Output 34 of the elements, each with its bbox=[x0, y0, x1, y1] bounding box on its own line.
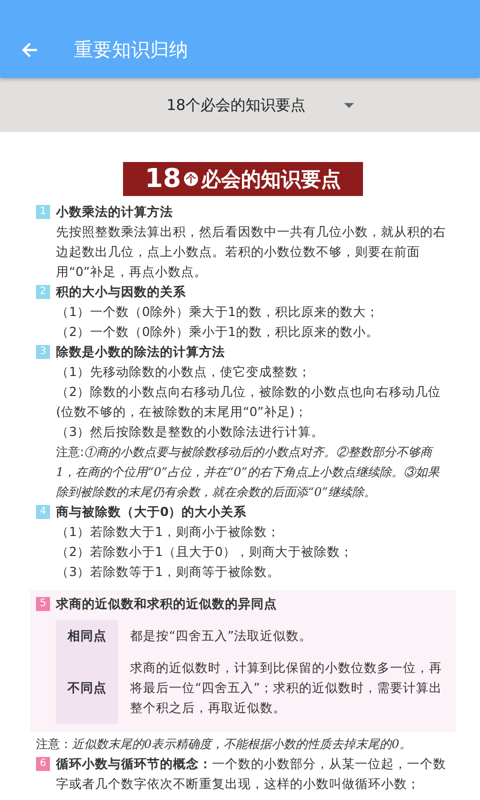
section-number: 4 bbox=[36, 505, 50, 519]
section-paragraph: （3）然后按除数是整数的小数除法进行计算。 bbox=[56, 423, 325, 441]
table-row-label: 不同点 bbox=[56, 652, 118, 724]
section-paragraph: （2）除数的小数点向右移动几位，被除数的小数点也向右移动几位(位数不够的，在被除数的末尾用“0”补足)； bbox=[56, 383, 442, 421]
section-heading: 求商的近似数和求积的近似数的异同点 bbox=[56, 595, 277, 613]
section-heading: 除数是小数的除法的计算方法 bbox=[56, 343, 225, 361]
section-number: 1 bbox=[36, 205, 50, 219]
section-paragraph: （1）先移动除数的小数点，使它变成整数； bbox=[56, 363, 312, 381]
banner-title: 必会的知识要点 bbox=[201, 166, 342, 192]
table-cell-text: 求商的近似数时，计算到比保留的小数位数多一位，再将最后一位“四舍五入”；求积的近似数时，需要计算出整个积之后，再取近似数。 bbox=[129, 659, 443, 717]
section-number: 2 bbox=[36, 285, 50, 299]
section-heading: 小数乘法的计算方法 bbox=[56, 203, 173, 221]
note-text: 注意：近似数末尾的0表示精确度，不能根据小数的性质去掉末尾的0。 bbox=[30, 732, 456, 754]
caret-icon bbox=[344, 102, 354, 108]
section-paragraph: （2）一个数（0除外）乘小于1的数，积比原来的数小。 bbox=[56, 323, 380, 341]
table-cell-text: 都是按“四舍五入”法取近似数。 bbox=[129, 627, 312, 645]
section-number: 5 bbox=[36, 597, 50, 611]
section-number: 6 bbox=[36, 757, 50, 771]
topic-dropdown[interactable]: 18个必会的知识要点 bbox=[166, 92, 354, 118]
banner-counter: 个 bbox=[184, 172, 198, 186]
back-arrow-icon[interactable] bbox=[20, 40, 40, 60]
note-text: 注意:①商的小数点要与被除数移动后的小数点对齐。②整数部分不够商1，在商的个位用“0”占位，并在“0”的右下角点上小数点继续除。③如果除到被除数的末尾仍有余数，就在余数的后面添“0”继续除。 bbox=[56, 444, 441, 501]
section-paragraph: （1）一个数（0除外）乘大于1的数，积比原来的数大； bbox=[56, 303, 380, 321]
section-paragraph: （1）若除数大于1，则商小于被除数； bbox=[56, 523, 281, 541]
section-number: 3 bbox=[36, 345, 50, 359]
section-heading: 积的大小与因数的关系 bbox=[56, 283, 186, 301]
section-paragraph: 循环小数与循环节的概念：一个数的小数部分，从某一位起，一个数字或者几个数字依次不断重复出现，这样的小数叫做循环小数； bbox=[56, 755, 447, 793]
app-bar-title: 重要知识归纳 bbox=[74, 38, 188, 63]
banner-number: 18 bbox=[144, 164, 182, 194]
section-paragraph: （3）若除数等于1，则商等于被除数。 bbox=[56, 563, 281, 581]
table-row-label: 相同点 bbox=[56, 620, 118, 652]
section-paragraph: （2）若除数小于1（且大于0），则商大于被除数； bbox=[56, 543, 354, 561]
section-heading: 商与被除数（大于0）的大小关系 bbox=[56, 503, 247, 521]
section-paragraph: 先按照整数乘法算出积，然后看因数中一共有几位小数，就从积的右边起数出几位，点上小数点。若积的小数位数不够，则要在前面用“0”补足，再点小数点。 bbox=[56, 223, 447, 281]
